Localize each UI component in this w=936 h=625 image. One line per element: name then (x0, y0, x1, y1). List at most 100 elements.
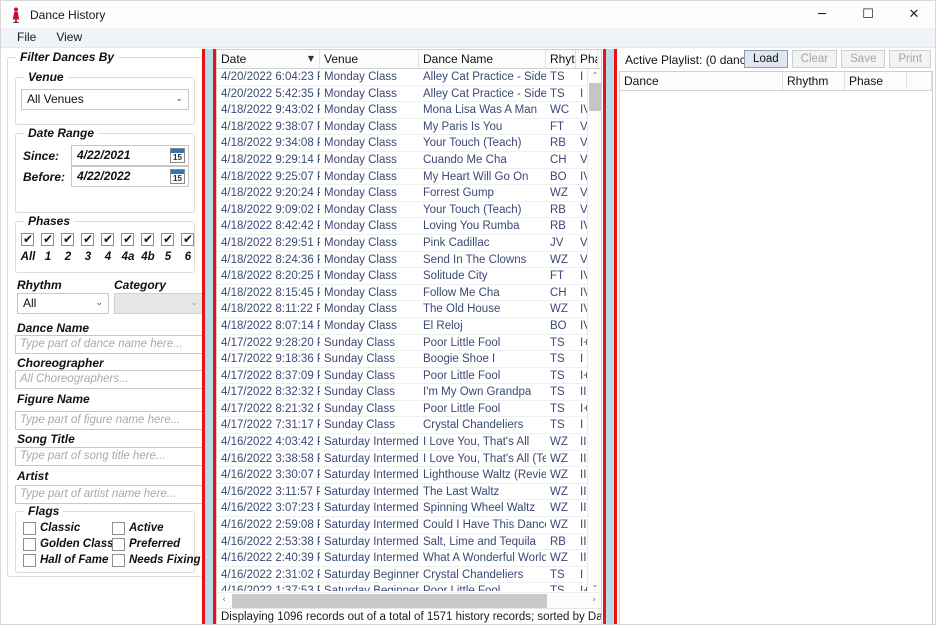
phase-checkbox-4a[interactable] (121, 232, 134, 246)
cell-date: 4/16/2022 3:30:07 PM (221, 469, 320, 482)
table-row[interactable]: 4/17/2022 9:28:20 PM Sunday Class Poor Lit… (217, 335, 601, 352)
cell-dance-name: Solitude City (423, 270, 488, 283)
phase-checkbox-all[interactable] (21, 232, 34, 246)
calendar-icon[interactable]: 15 (170, 148, 185, 163)
table-row[interactable]: 4/18/2022 8:15:45 PM Monday Class Follow M… (217, 285, 601, 302)
phase-checkbox-3[interactable] (81, 232, 94, 246)
table-row[interactable]: 4/16/2022 3:38:58 PM Saturday Intermediat… (217, 451, 601, 468)
clear-button[interactable]: Clear (791, 50, 838, 68)
playlist-column-header-phase[interactable]: Phase (845, 72, 907, 90)
scroll-up-icon[interactable]: ⌃ (588, 69, 602, 82)
minimize-button[interactable]: ─ (799, 1, 845, 28)
table-row[interactable]: 4/17/2022 9:18:36 PM Sunday Class Boogie S… (217, 351, 601, 368)
table-row[interactable]: 4/16/2022 2:53:38 PM Saturday Intermediat… (217, 534, 601, 551)
maximize-button[interactable]: ☐ (845, 1, 891, 28)
table-row[interactable]: 4/18/2022 9:43:02 PM Monday Class Mona Lis… (217, 102, 601, 119)
column-header-venue[interactable]: Venue (320, 50, 419, 68)
phase-checkbox-2[interactable] (61, 232, 74, 246)
choreographer-input[interactable]: All Choreographers... (15, 370, 204, 389)
rhythm-select[interactable]: All ⌄ (17, 293, 109, 314)
phase-checkbox-4b[interactable] (141, 232, 154, 246)
scroll-down-icon[interactable]: ⌄ (588, 578, 602, 591)
cell-venue: Monday Class (324, 170, 397, 183)
table-row[interactable]: 4/18/2022 9:34:08 PM Monday Class Your Tou… (217, 135, 601, 152)
cell-date: 4/16/2022 2:40:39 PM (221, 552, 320, 565)
table-row[interactable]: 4/18/2022 8:07:14 PM Monday Class El Reloj… (217, 318, 601, 335)
table-row[interactable]: 4/16/2022 4:03:42 PM Saturday Intermediat… (217, 434, 601, 451)
close-button[interactable]: ✕ (891, 1, 935, 28)
song-title-input[interactable]: Type part of song title here... (15, 447, 204, 466)
flag-checkbox-hall-of-fame[interactable] (23, 554, 36, 567)
artist-input[interactable]: Type part of artist name here... (15, 485, 204, 504)
table-row[interactable]: 4/16/2022 2:31:02 PM Saturday Beginner Cry… (217, 567, 601, 584)
phase-checkbox-5[interactable] (161, 232, 174, 246)
flag-checkbox-golden-classic[interactable] (23, 538, 36, 551)
horizontal-scroll-thumb[interactable] (232, 594, 547, 608)
table-row[interactable]: 4/16/2022 3:07:23 PM Saturday Intermediat… (217, 500, 601, 518)
phase-checkbox-1[interactable] (41, 232, 54, 246)
flag-checkbox-active[interactable] (112, 522, 125, 535)
table-row[interactable]: 4/18/2022 9:29:14 PM Monday Class Cuando M… (217, 152, 601, 169)
table-row[interactable]: 4/20/2022 5:42:35 PM Monday Class Alley Ca… (217, 86, 601, 103)
table-row[interactable]: 4/18/2022 8:29:51 PM Monday Class Pink Cad… (217, 235, 601, 252)
table-row[interactable]: 4/18/2022 8:42:42 PM Monday Class Loving Y… (217, 218, 601, 235)
table-row[interactable]: 4/17/2022 8:32:32 PM Sunday Class I'm My O… (217, 384, 601, 401)
save-button[interactable]: Save (841, 50, 886, 68)
table-row[interactable]: 4/16/2022 1:37:53 PMSaturday BeginnerPoo… (217, 583, 601, 591)
table-row[interactable]: 4/18/2022 9:09:02 PM Monday Class Your Tou… (217, 202, 601, 219)
table-row[interactable]: 4/18/2022 8:20:25 PM Monday Class Solitude… (217, 268, 601, 285)
playlist-column-header-rhythm[interactable]: Rhythm (783, 72, 845, 90)
table-row[interactable]: 4/18/2022 9:20:24 PM Monday Class Forrest … (217, 185, 601, 202)
column-header-phase[interactable]: Pha (576, 50, 598, 68)
table-row[interactable]: 4/16/2022 2:59:08 PM Saturday Intermediat… (217, 517, 601, 534)
table-row[interactable]: 4/16/2022 2:40:39 PM Saturday Intermediat… (217, 550, 601, 567)
table-row[interactable]: 4/17/2022 7:31:17 PM Sunday Class Crystal … (217, 417, 601, 435)
column-header-date[interactable]: Date ▼ (217, 50, 320, 68)
left-splitter[interactable] (202, 49, 216, 624)
table-row[interactable]: 4/18/2022 9:25:07 PM Monday Class My Heart… (217, 169, 601, 186)
category-select[interactable]: ⌄ (114, 293, 204, 314)
cell-date: 4/17/2022 7:31:17 PM (221, 419, 320, 432)
column-header-dance-name[interactable]: Dance Name (419, 50, 546, 68)
before-date-field[interactable]: 4/22/2022 15 (71, 166, 189, 187)
cell-dance-name: Poor Little Fool (423, 369, 501, 382)
table-row[interactable]: 4/17/2022 8:37:09 PM Sunday Class Poor Lit… (217, 368, 601, 385)
playlist-column-header-extra[interactable] (907, 72, 932, 90)
menu-view[interactable]: View (46, 28, 92, 47)
right-splitter[interactable] (603, 49, 617, 624)
scroll-left-icon[interactable]: ‹ (217, 593, 231, 608)
load-button[interactable]: Load (744, 50, 788, 68)
print-button[interactable]: Print (889, 50, 931, 68)
calendar-icon[interactable]: 15 (170, 169, 185, 184)
table-row[interactable]: 4/16/2022 3:11:57 PM Saturday Intermediat… (217, 484, 601, 501)
cell-rhythm: BO (550, 319, 567, 332)
table-row[interactable]: 4/18/2022 8:24:36 PM Monday Class Send In … (217, 252, 601, 269)
flag-checkbox-classic[interactable] (23, 522, 36, 535)
phase-checkbox-4[interactable] (101, 232, 114, 246)
table-row[interactable]: 4/18/2022 9:38:07 PM Monday Class My Paris… (217, 119, 601, 136)
table-row[interactable]: 4/17/2022 8:21:32 PM Sunday Class Poor Lit… (217, 401, 601, 418)
dance-name-input[interactable]: Type part of dance name here... (15, 335, 204, 354)
vertical-scroll-thumb[interactable] (589, 83, 601, 111)
table-row[interactable]: 4/18/2022 8:11:22 PM Monday Class The Old … (217, 301, 601, 318)
cell-venue: Monday Class (324, 303, 397, 316)
cell-rhythm: FT (550, 270, 565, 283)
cell-date: 4/18/2022 8:29:51 PM (221, 236, 320, 249)
figure-name-input[interactable]: Type part of figure name here... (15, 411, 204, 430)
menu-file[interactable]: File (7, 28, 46, 47)
playlist-column-header-dance[interactable]: Dance (620, 72, 783, 90)
table-row[interactable]: 4/20/2022 6:04:23 PM Monday Class Alley Ca… (217, 69, 601, 86)
since-date-field[interactable]: 4/22/2021 15 (71, 145, 189, 166)
table-row[interactable]: 4/16/2022 3:30:07 PM Saturday Intermediat… (217, 467, 601, 484)
history-vertical-scrollbar[interactable]: ⌃ ⌄ (587, 69, 601, 591)
cell-date: 4/18/2022 9:34:08 PM (221, 137, 320, 150)
history-horizontal-scrollbar[interactable]: ‹ › (217, 592, 601, 608)
phase-checkbox-6[interactable] (181, 232, 194, 246)
flag-checkbox-needs-fixing[interactable] (112, 554, 125, 567)
flag-checkbox-preferred[interactable] (112, 538, 125, 551)
window-controls: ─ ☐ ✕ (799, 1, 935, 28)
column-header-rhythm[interactable]: Rhythm (546, 50, 576, 68)
scroll-right-icon[interactable]: › (587, 593, 601, 608)
cell-rhythm: RB (550, 220, 566, 233)
venue-select[interactable]: All Venues ⌄ (21, 89, 189, 110)
